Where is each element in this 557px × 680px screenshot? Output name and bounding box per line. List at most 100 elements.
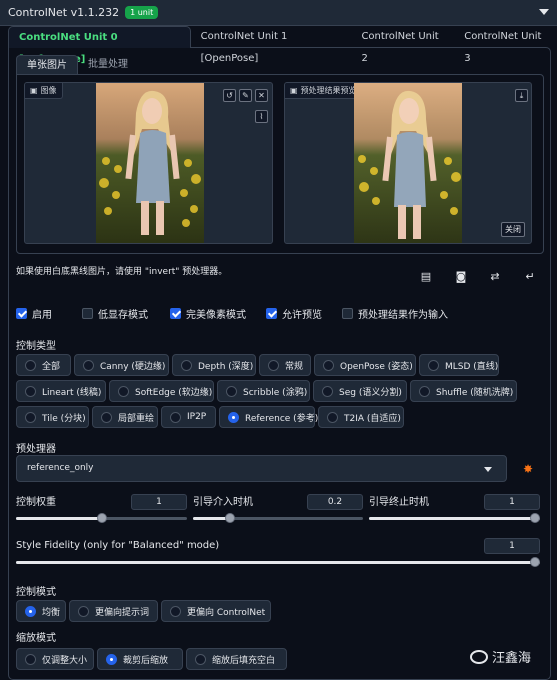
radio-shuffle[interactable]: Shuffle (随机洗牌) (410, 380, 517, 402)
radio-dot[interactable] (419, 385, 430, 397)
footer-watermark: 汪鑫海 (470, 647, 531, 666)
end-slider[interactable] (369, 513, 540, 523)
preprocessor-select[interactable]: reference_only (16, 455, 507, 482)
fidelity-input[interactable]: 1 (484, 538, 540, 554)
rotate-icon[interactable]: ↺ (223, 89, 236, 102)
tab-unit-1[interactable]: ControlNet Unit 1 [OpenPose] (191, 26, 352, 64)
radio-scribble[interactable]: Scribble (涂鸦) (217, 380, 310, 402)
radio-reference[interactable]: Reference (参考) (219, 406, 318, 428)
radio-just-resize[interactable]: 仅调整大小 (16, 648, 94, 670)
edit-icon[interactable]: ✎ (239, 89, 252, 102)
tab-single-image[interactable]: 单张图片 (16, 55, 78, 75)
collapse-icon[interactable] (539, 9, 549, 15)
radio-dot[interactable] (181, 359, 192, 371)
wechat-icon (470, 649, 488, 664)
lowvram-checkbox[interactable]: 低显存模式 (82, 306, 148, 321)
radio-dot[interactable] (101, 411, 112, 423)
checkbox-box[interactable] (170, 308, 181, 319)
invert-hint: 如果使用白底黑线图片，请使用 "invert" 预处理器。 (16, 267, 228, 277)
camera-icon[interactable]: ◙ (454, 270, 468, 283)
end-input[interactable]: 1 (484, 494, 540, 510)
tab-unit-3[interactable]: ControlNet Unit 3 (454, 26, 557, 64)
radio-tile[interactable]: Tile (分块) (16, 406, 89, 428)
fidelity-slider[interactable] (16, 557, 540, 567)
weight-label: 控制权重 (16, 497, 56, 508)
radio-lineart[interactable]: Lineart (线稿) (16, 380, 106, 402)
radio-all[interactable]: 全部 (16, 354, 71, 376)
radio-ip2p[interactable]: IP2P (161, 406, 216, 428)
checkbox-box[interactable] (16, 308, 27, 319)
radio-canny[interactable]: Canny (硬边缘) (74, 354, 169, 376)
radio-dot[interactable] (322, 385, 333, 397)
radio-dot[interactable] (106, 653, 117, 665)
pixel-perfect-checkbox[interactable]: 完美像素模式 (170, 306, 246, 321)
radio-dot[interactable] (25, 411, 36, 423)
radio-dot[interactable] (25, 605, 36, 617)
tab-unit-2[interactable]: ControlNet Unit 2 (351, 26, 454, 64)
radio-normal[interactable]: 常规 (259, 354, 311, 376)
slider-thumb[interactable] (530, 557, 540, 567)
radio-dot[interactable] (25, 385, 36, 397)
swap-icon[interactable]: ⇄ (488, 270, 502, 283)
preview-photo (354, 83, 462, 243)
start-input[interactable]: 0.2 (307, 494, 363, 510)
radio-resize-fill[interactable]: 缩放后填充空白 (186, 648, 287, 670)
radio-dot[interactable] (170, 605, 181, 617)
radio-controlnet-important[interactable]: 更偏向 ControlNet (161, 600, 271, 622)
radio-dot[interactable] (83, 359, 94, 371)
new-canvas-icon[interactable]: ▤ (419, 270, 433, 283)
input-photo (96, 83, 204, 243)
radio-dot[interactable] (25, 359, 36, 371)
controlnet-header[interactable]: ControlNet v1.1.232 1 unit (0, 0, 557, 26)
radio-openpose[interactable]: OpenPose (姿态) (314, 354, 416, 376)
preprocessor-label: 预处理器 (16, 444, 56, 455)
control-type-label: 控制类型 (16, 341, 56, 352)
send-dimensions-icon[interactable]: ↵ (523, 270, 537, 283)
radio-dot[interactable] (25, 653, 36, 665)
checkbox-box[interactable] (266, 308, 277, 319)
chevron-down-icon (484, 467, 492, 472)
radio-dot[interactable] (268, 359, 279, 371)
radio-t2ia[interactable]: T2IA (自适应) (318, 406, 404, 428)
radio-dot[interactable] (226, 385, 237, 397)
close-icon[interactable]: ✕ (255, 89, 268, 102)
tab-batch[interactable]: 批量处理 (78, 55, 138, 75)
radio-crop-resize[interactable]: 裁剪后缩放 (97, 648, 183, 670)
radio-dot[interactable] (170, 411, 181, 423)
radio-softedge[interactable]: SoftEdge (软边缘) (109, 380, 214, 402)
brush-icon[interactable]: ⌇ (255, 110, 268, 123)
radio-depth[interactable]: Depth (深度) (172, 354, 256, 376)
slider-fill (193, 517, 227, 520)
image-icon: ▣ (30, 86, 38, 95)
close-preview-button[interactable]: 关闭 (501, 222, 525, 237)
radio-dot[interactable] (228, 411, 239, 423)
radio-dot[interactable] (323, 359, 334, 371)
weight-slider[interactable] (16, 513, 187, 523)
allow-preview-checkbox[interactable]: 允许预览 (266, 306, 322, 321)
radio-dot[interactable] (428, 359, 439, 371)
radio-dot[interactable] (78, 605, 89, 617)
slider-fill (16, 561, 540, 564)
tab-unit-0[interactable]: ControlNet Unit 0 [Reference] (8, 26, 191, 65)
radio-dot[interactable] (195, 653, 206, 665)
slider-thumb[interactable] (530, 513, 540, 523)
weight-input[interactable]: 1 (131, 494, 187, 510)
preprocessor-as-input-checkbox[interactable]: 预处理结果作为输入 (342, 306, 448, 321)
radio-balanced[interactable]: 均衡 (16, 600, 66, 622)
checkbox-box[interactable] (82, 308, 93, 319)
preview-label: ▣ 预处理结果预览 (285, 83, 363, 99)
checkbox-box[interactable] (342, 308, 353, 319)
start-slider[interactable] (193, 513, 363, 523)
radio-inpaint[interactable]: 局部重绘 (92, 406, 158, 428)
radio-dot[interactable] (118, 385, 129, 397)
run-preprocessor-icon[interactable]: ✸ (523, 462, 533, 476)
download-icon[interactable]: ⤓ (515, 89, 528, 102)
radio-mlsd[interactable]: MLSD (直线) (419, 354, 499, 376)
radio-dot[interactable] (327, 411, 338, 423)
radio-seg[interactable]: Seg (语义分割) (313, 380, 407, 402)
image-input-box[interactable]: ▣ 图像 ↺ ✎ ✕ ⌇ (24, 82, 273, 244)
slider-thumb[interactable] (96, 513, 107, 523)
slider-thumb[interactable] (225, 513, 235, 523)
radio-prompt-important[interactable]: 更偏向提示词 (69, 600, 158, 622)
enable-checkbox[interactable]: 启用 (16, 306, 52, 321)
